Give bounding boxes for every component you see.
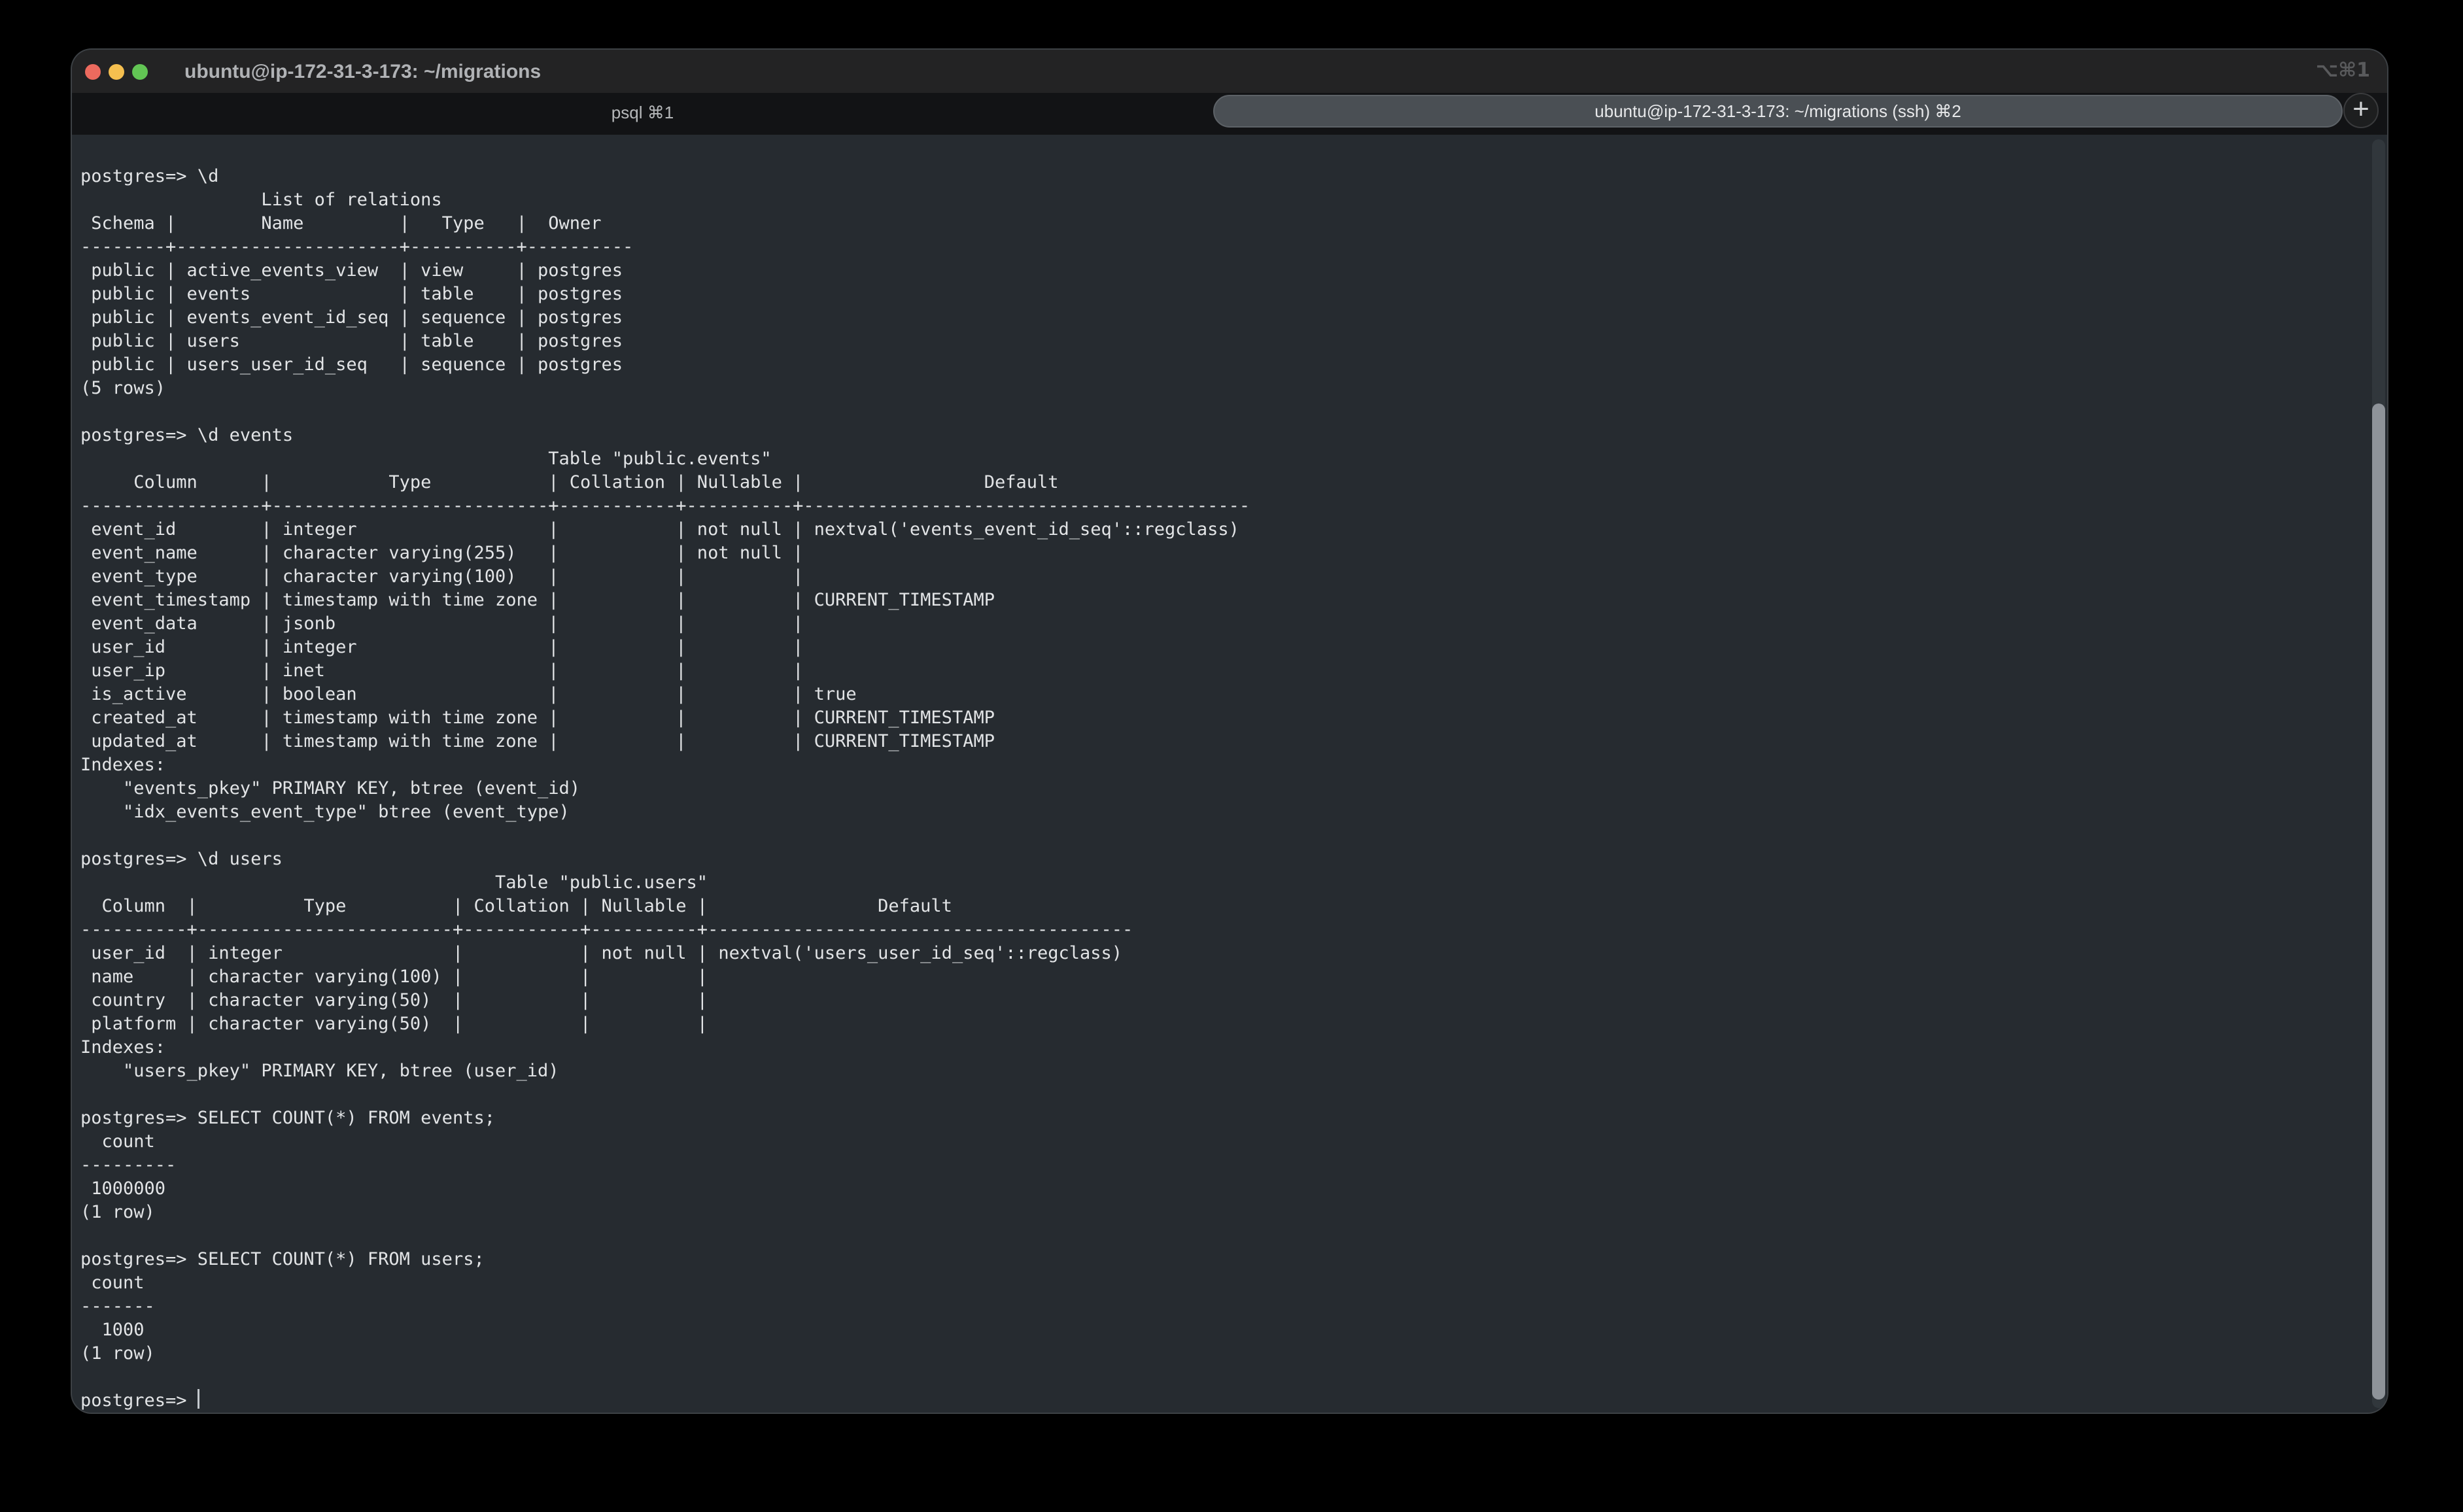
- close-button-icon[interactable]: [85, 64, 101, 80]
- terminal-output: postgres=> \d List of relations Schema |…: [80, 165, 1250, 1413]
- window-shortcut-badge: ⌥⌘1: [2316, 50, 2370, 93]
- terminal-cursor: [198, 1389, 199, 1409]
- titlebar: ubuntu@ip-172-31-3-173: ~/migrations ⌥⌘1: [72, 50, 2387, 93]
- terminal-screen[interactable]: postgres=> \d List of relations Schema |…: [72, 135, 2387, 1413]
- tab-psql[interactable]: psql ⌘1: [72, 93, 1213, 132]
- terminal-scrollback-text: postgres=> \d List of relations Schema |…: [80, 166, 1250, 1364]
- window-controls: [85, 64, 148, 80]
- tab-bar: psql ⌘1 ubuntu@ip-172-31-3-173: ~/migrat…: [72, 93, 2387, 135]
- terminal-window: ubuntu@ip-172-31-3-173: ~/migrations ⌥⌘1…: [72, 50, 2387, 1413]
- new-tab-button[interactable]: +: [2343, 93, 2379, 128]
- tab-ssh-session[interactable]: ubuntu@ip-172-31-3-173: ~/migrations (ss…: [1213, 95, 2343, 128]
- minimize-button-icon[interactable]: [109, 64, 124, 80]
- window-title: ubuntu@ip-172-31-3-173: ~/migrations: [184, 50, 541, 93]
- terminal-prompt: postgres=>: [80, 1390, 198, 1411]
- scrollbar-track: [2372, 139, 2385, 1408]
- zoom-button-icon[interactable]: [132, 64, 148, 80]
- scrollbar-thumb[interactable]: [2372, 404, 2385, 1400]
